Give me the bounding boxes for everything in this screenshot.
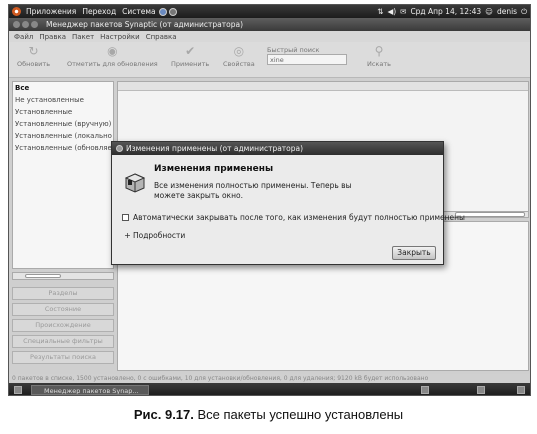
dialog-heading: Изменения применены [154,164,274,174]
reload-label: Обновить [17,60,51,68]
sections-button[interactable]: Разделы [12,287,114,300]
menu-bar: Файл Правка Пакет Настройки Справка [9,31,530,42]
top-panel: Приложения Переход Система ⇅ ◀) ✉ Срд Ап… [9,5,530,18]
ubuntu-logo-icon[interactable] [12,7,21,16]
filter-item-all[interactable]: Все [13,82,113,94]
browser-icon[interactable] [168,7,177,16]
clock[interactable]: Срд Апр 14, 12:43 [410,7,481,16]
scrollbar-thumb[interactable] [25,274,61,278]
volume-icon[interactable]: ◀) [387,7,396,16]
dialog-title-bar[interactable]: Изменения применены (от администратора) [112,142,443,155]
figure-number: Рис. 9.17. [133,407,194,422]
taskbar: Менеджер пакетов Synap... [9,383,530,395]
workspace-switcher-icon[interactable] [477,386,485,394]
checkbox-box[interactable] [122,214,129,221]
trash-icon[interactable] [517,386,525,394]
origin-button[interactable]: Происхождение [12,319,114,332]
dialog-message: Все изменения полностью применены. Тепер… [154,181,352,200]
package-list-header [118,82,528,91]
figure-caption: Рис. 9.17. Все пакеты успешно установлен… [0,407,537,422]
auto-close-label: Автоматически закрывать после того, как … [133,213,465,222]
menu-package[interactable]: Пакет [69,33,97,41]
figure-text: Все пакеты успешно установлены [197,407,404,422]
apply-label: Применить [171,60,210,68]
filter-item-not-installed[interactable]: Не установленные [13,94,113,106]
check-icon: ✔ [185,44,196,58]
apply-button[interactable]: ✔ Применить [171,44,209,68]
search-icon: ⚲ [374,44,384,58]
screenshot-frame: Приложения Переход Система ⇅ ◀) ✉ Срд Ап… [8,4,531,396]
menu-help[interactable]: Справка [143,33,180,41]
minimize-window-icon[interactable] [22,21,29,28]
package-icon [124,173,146,193]
status-bar: 0 пакетов в списке, 1500 установлено, 0 … [9,374,530,383]
taskbar-item-synaptic[interactable]: Менеджер пакетов Synap... [31,385,149,395]
close-window-icon[interactable] [13,21,20,28]
auto-close-checkbox[interactable]: Автоматически закрывать после того, как … [122,213,465,222]
reload-button[interactable]: ↻ Обновить [17,44,50,68]
dialog-title: Изменения применены (от администратора) [126,144,304,153]
filter-list: Все Не установленные Установленные Устан… [12,81,114,269]
panel-menu-system[interactable]: Система [119,7,158,16]
status-button[interactable]: Состояние [12,303,114,316]
search-label: Искать [367,60,391,68]
user-icon: ☺ [485,7,493,16]
user-name[interactable]: denis [497,7,517,16]
changes-applied-dialog: Изменения применены (от администратора) … [111,141,465,265]
window-title: Менеджер пакетов Synaptic (от администра… [46,20,243,29]
dialog-menu-icon[interactable] [116,145,123,152]
expand-plus-icon[interactable]: + [124,231,131,240]
workspace-icon[interactable] [421,386,429,394]
filter-item-installed[interactable]: Установленные [13,106,113,118]
search-button[interactable]: ⚲ Искать [367,44,391,68]
mark-all-upgrades-button[interactable]: ◉ Отметить для обновления [67,44,158,68]
power-icon[interactable]: ⏻ [521,7,527,17]
close-button[interactable]: Закрыть [392,246,436,260]
show-desktop-icon[interactable] [14,386,22,394]
search-results-button[interactable]: Результаты поиска [12,351,114,364]
properties-button[interactable]: ◎ Свойства [223,44,255,68]
properties-icon: ◎ [233,44,245,58]
details-label: Подробности [133,231,186,240]
menu-edit[interactable]: Правка [36,33,69,41]
network-icon[interactable]: ⇅ [377,7,383,16]
toolbar: ↻ Обновить ◉ Отметить для обновления ✔ П… [9,42,530,78]
menu-file[interactable]: Файл [11,33,36,41]
reload-icon: ↻ [28,44,39,58]
help-icon[interactable] [158,7,167,16]
quick-search: Быстрый поиск [267,46,347,65]
panel-menu-applications[interactable]: Приложения [23,7,79,16]
filter-scrollbar[interactable] [12,272,114,280]
details-expander[interactable]: + Подробности [124,231,185,240]
upgrade-icon: ◉ [107,44,118,58]
panel-menu-places[interactable]: Переход [79,7,119,16]
menu-settings[interactable]: Настройки [97,33,143,41]
mail-icon[interactable]: ✉ [400,7,406,16]
filter-item-installed-manual[interactable]: Установленные (вручную) [13,118,113,130]
mark-all-label: Отметить для обновления [67,60,158,68]
window-title-bar[interactable]: Менеджер пакетов Synaptic (от администра… [9,18,530,31]
custom-filters-button[interactable]: Специальные фильтры [12,335,114,348]
scrollbar-thumb[interactable] [455,212,525,217]
quick-search-label: Быстрый поиск [267,46,320,54]
properties-label: Свойства [223,60,255,68]
filter-item-installed-local[interactable]: Установленные (локально или устаревшие) [13,130,113,142]
maximize-window-icon[interactable] [31,21,38,28]
filter-item-upgradable[interactable]: Установленные (обновляемые) [13,142,113,154]
quick-search-input[interactable] [267,54,347,65]
